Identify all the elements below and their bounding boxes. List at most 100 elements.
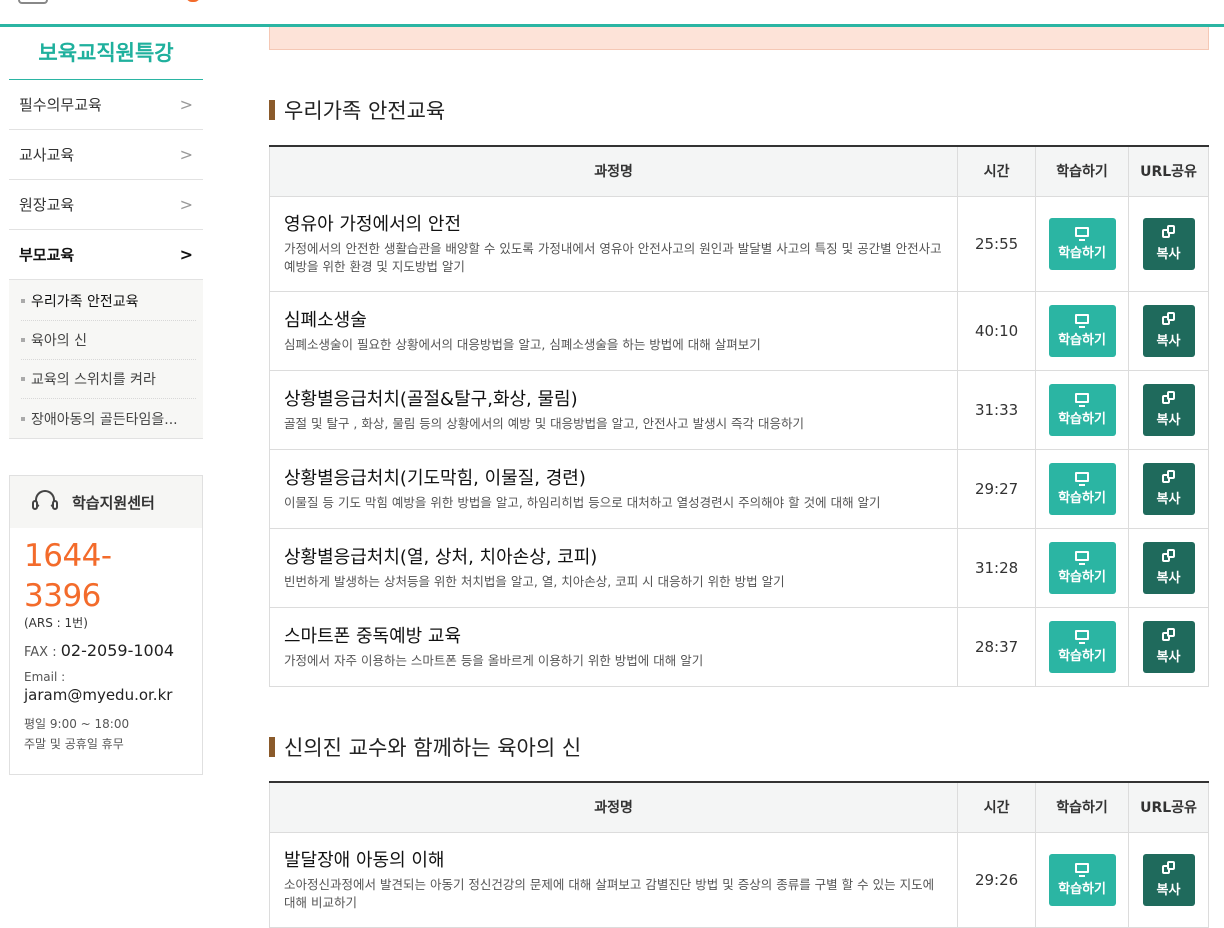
copy-button-label: 복사	[1156, 247, 1181, 262]
course-desc: 빈번하게 발생하는 상처등을 위한 처치법을 알고, 열, 치아손상, 코피 시…	[284, 573, 785, 589]
course-time: 31:33	[957, 369, 1037, 450]
study-button-label: 학습하기	[1058, 245, 1106, 261]
support-fax: FAX : 02-2059-1004	[24, 641, 188, 660]
copy-icon	[1162, 470, 1175, 483]
section-title-text: 우리가족 안전교육	[284, 99, 446, 123]
sidebar-submenu: 우리가족 안전교육 육아의 신 교육의 스위치를 켜라 장애아동의 골든타임을.…	[9, 280, 203, 439]
logo-accent-icon	[186, 0, 200, 2]
copy-button-label: 복사	[1156, 492, 1181, 507]
support-ars: (ARS : 1번)	[24, 616, 88, 630]
copy-icon	[1162, 549, 1175, 562]
copy-url-button[interactable]: 복사	[1142, 541, 1195, 594]
hours-weekday: 평일 9:00 ~ 18:00	[24, 717, 130, 731]
fax-number: 02-2059-1004	[60, 641, 175, 660]
course-desc: 심폐소생술이 필요한 상황에서의 대응방법을 알고, 심폐소생술을 하는 방법에…	[284, 336, 761, 352]
header-time: 시간	[957, 782, 1037, 833]
sidebar-item-mandatory[interactable]: 필수의무교육 >	[9, 80, 203, 130]
support-center-title: 학습지원센터	[72, 493, 155, 512]
table-row: 상황별응급처치(기도막힘, 이물질, 경련) 이물질 등 기도 막힘 예방을 위한…	[268, 448, 1209, 529]
hours-weekend: 주말 및 공휴일 휴무	[24, 737, 124, 751]
bullet-icon	[21, 299, 25, 303]
study-button-label: 학습하기	[1058, 490, 1106, 506]
chevron-right-icon: >	[179, 195, 193, 214]
monitor-icon	[1075, 471, 1090, 486]
submenu-item-label: 우리가족 안전교육	[31, 294, 139, 310]
logo-icon[interactable]	[18, 0, 48, 4]
sidebar-item-label: 필수의무교육	[19, 96, 102, 114]
sidebar-item-label: 교사교육	[19, 146, 75, 164]
sidebar-item-director[interactable]: 원장교육 >	[9, 180, 203, 230]
monitor-icon	[1075, 392, 1090, 407]
support-center-header: 학습지원센터	[10, 476, 202, 528]
study-button-label: 학습하기	[1058, 332, 1106, 348]
copy-button-label: 복사	[1156, 650, 1181, 665]
course-title: 영유아 가정에서의 안전	[284, 213, 462, 235]
header-time: 시간	[957, 146, 1037, 197]
table-row: 영유아 가정에서의 안전 가정에서의 안전한 생활습관을 배양할 수 있도록 가정…	[268, 195, 1209, 292]
table-row: 상황별응급처치(골절&탈구,화상, 물림) 골절 및 탈구 , 화상, 물림 등의…	[268, 369, 1209, 450]
study-button[interactable]: 학습하기	[1048, 217, 1116, 270]
sidebar-title: 보육교직원특강	[9, 27, 203, 80]
copy-button-label: 복사	[1156, 413, 1181, 428]
chevron-right-icon: >	[179, 145, 193, 164]
course-table: 과정명 시간 학습하기 URL공유 발달장애 아동의 이해 소아정신과정에서 발견…	[268, 781, 1209, 928]
submenu-item-family-safety[interactable]: 우리가족 안전교육	[21, 282, 196, 321]
monitor-icon	[1075, 226, 1090, 241]
sidebar-item-teacher[interactable]: 교사교육 >	[9, 130, 203, 180]
copy-icon	[1162, 225, 1175, 238]
email-label: Email :	[24, 670, 66, 684]
support-phone: 1644-3396	[24, 538, 112, 614]
course-desc: 소아정신과정에서 발견되는 아동기 정신건강의 문제에 대해 살펴보고 감별진단…	[284, 876, 935, 910]
copy-url-button[interactable]: 복사	[1142, 462, 1195, 515]
course-title: 상황별응급처치(열, 상처, 치아손상, 코피)	[284, 546, 598, 568]
course-desc: 이물질 등 기도 막힘 예방을 위한 방법을 알고, 하임리히법 등으로 대처하…	[284, 494, 881, 510]
study-button[interactable]: 학습하기	[1048, 541, 1116, 594]
course-title: 발달장애 아동의 이해	[284, 849, 445, 871]
copy-url-button[interactable]: 복사	[1142, 217, 1195, 270]
submenu-item-golden-time[interactable]: 장애아동의 골든타임을...	[21, 399, 196, 438]
copy-url-button[interactable]: 복사	[1142, 853, 1195, 906]
bullet-icon	[21, 377, 25, 381]
study-button[interactable]: 학습하기	[1048, 620, 1116, 673]
course-desc: 가정에서 자주 이용하는 스마트폰 등을 올바르게 이용하기 위한 방법에 대해…	[284, 652, 704, 668]
submenu-item-label: 장애아동의 골든타임을...	[31, 411, 178, 428]
copy-url-button[interactable]: 복사	[1142, 304, 1195, 357]
course-time: 40:10	[957, 290, 1037, 371]
monitor-icon	[1075, 862, 1090, 877]
headset-icon	[32, 490, 58, 514]
monitor-icon	[1075, 550, 1090, 565]
sidebar-item-label: 부모교육	[19, 246, 75, 264]
study-button[interactable]: 학습하기	[1048, 853, 1116, 906]
study-button-label: 학습하기	[1058, 569, 1106, 585]
study-button[interactable]: 학습하기	[1048, 383, 1116, 436]
bullet-icon	[21, 416, 25, 421]
submenu-item-parenting-god[interactable]: 육아의 신	[21, 321, 196, 360]
study-button-label: 학습하기	[1058, 648, 1106, 664]
copy-url-button[interactable]: 복사	[1142, 620, 1195, 673]
study-button-label: 학습하기	[1058, 881, 1106, 897]
header-study: 학습하기	[1035, 782, 1130, 833]
table-row: 발달장애 아동의 이해소아정신과정에서 발견되는 아동기 정신건강의 문제에 대…	[268, 831, 1209, 928]
support-center-box: 학습지원센터 1644-3396 (ARS : 1번) FAX : 02-205…	[9, 475, 203, 775]
study-button[interactable]: 학습하기	[1048, 462, 1116, 515]
copy-button-label: 복사	[1156, 883, 1181, 898]
copy-icon	[1162, 628, 1175, 641]
sidebar-item-parent[interactable]: 부모교육 >	[9, 230, 203, 280]
table-row: 심폐소생술 심폐소생술이 필요한 상황에서의 대응방법을 알고, 심폐소생술을 하…	[268, 290, 1209, 371]
course-desc: 골절 및 탈구 , 화상, 물림 등의 상황에서의 예방 및 대응방법을 알고,…	[284, 415, 805, 431]
header-url: URL공유	[1128, 146, 1209, 197]
support-hours: 평일 9:00 ~ 18:00 주말 및 공휴일 휴무	[24, 714, 188, 754]
chevron-right-icon: >	[179, 245, 193, 264]
submenu-item-education-switch[interactable]: 교육의 스위치를 켜라	[21, 360, 196, 399]
header-course-name: 과정명	[268, 146, 959, 197]
header-course-name: 과정명	[268, 782, 959, 833]
copy-url-button[interactable]: 복사	[1142, 383, 1195, 436]
submenu-item-label: 교육의 스위치를 켜라	[31, 372, 156, 388]
chevron-right-icon: >	[179, 95, 193, 114]
copy-icon	[1162, 391, 1175, 404]
notice-banner	[269, 27, 1209, 50]
study-button[interactable]: 학습하기	[1048, 304, 1116, 357]
submenu-item-label: 육아의 신	[31, 333, 87, 349]
section-marker	[269, 100, 275, 120]
support-email: jaram@myedu.or.kr	[24, 686, 173, 704]
